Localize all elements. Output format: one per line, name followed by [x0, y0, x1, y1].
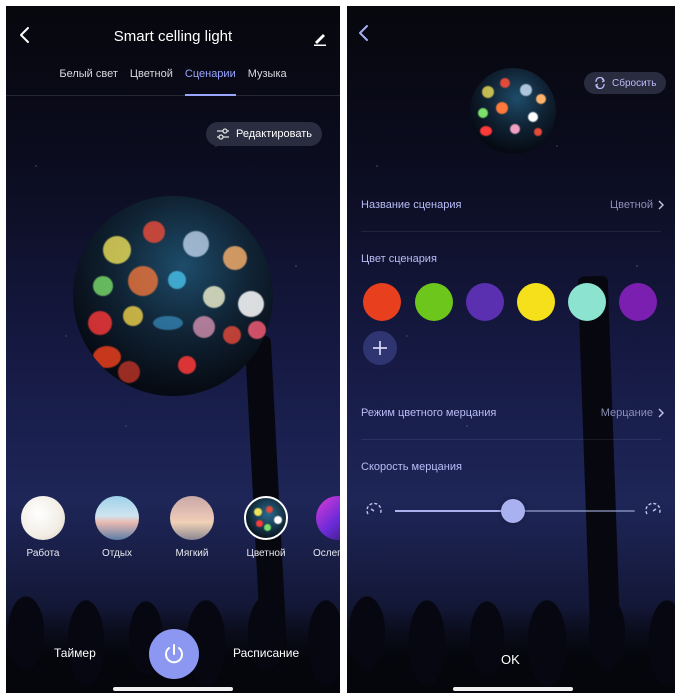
tab-white-light[interactable]: Белый свет [59, 66, 118, 96]
schedule-button[interactable]: Расписание [233, 646, 299, 660]
scene-name-label: Название сценария [361, 199, 462, 211]
left-screen: Smart celling light Белый свет Цветной С… [6, 6, 340, 693]
divider [361, 231, 661, 232]
tab-color[interactable]: Цветной [130, 66, 173, 96]
scene-label: Отдых [101, 548, 133, 559]
mode-tabs: Белый свет Цветной Сценарии Музыка [6, 66, 340, 96]
power-icon [165, 644, 183, 664]
fast-speed-icon [645, 502, 661, 515]
timer-button[interactable]: Таймер [54, 646, 96, 660]
flicker-speed-slider-handle[interactable] [500, 499, 525, 523]
scene-thumb [95, 496, 139, 540]
chevron-right-icon [658, 408, 664, 418]
scene-thumb [316, 496, 340, 540]
color-swatch-2[interactable] [415, 283, 453, 321]
back-icon[interactable] [357, 24, 371, 42]
scene-name-row[interactable]: Цветной [610, 199, 665, 211]
home-indicator [453, 687, 573, 691]
flicker-mode-label: Режим цветного мерцания [361, 407, 497, 419]
scene-item-soft[interactable]: Мягкий [167, 496, 217, 559]
divider [361, 439, 661, 440]
scene-item-rest[interactable]: Отдых [92, 496, 142, 559]
scene-name-value: Цветной [610, 199, 653, 211]
flicker-speed-label: Скорость мерцания [361, 461, 462, 473]
scene-item-dazzle[interactable]: Ослепи [313, 496, 340, 559]
scene-item-work[interactable]: Работа [18, 496, 68, 559]
tree-silhouettes [347, 523, 675, 693]
edit-scenes-label: Редактировать [236, 128, 312, 140]
chevron-right-icon [658, 200, 664, 210]
sliders-icon [217, 128, 229, 140]
scene-color-label: Цвет сценария [361, 253, 437, 265]
edit-scenes-button[interactable]: Редактировать [206, 122, 322, 146]
refresh-icon [594, 77, 606, 89]
slow-speed-icon [366, 502, 382, 515]
plus-icon [373, 341, 387, 355]
color-swatch-5[interactable] [568, 283, 606, 321]
scene-preview-image [73, 196, 273, 396]
flicker-speed-fill [395, 510, 513, 512]
tab-music[interactable]: Музыка [248, 66, 287, 96]
add-color-button[interactable] [363, 331, 397, 365]
scene-label: Мягкий [175, 548, 209, 559]
flicker-mode-row[interactable]: Мерцание [601, 407, 665, 419]
color-swatch-3[interactable] [466, 283, 504, 321]
scene-thumbnail-image [470, 68, 556, 154]
edit-pencil-icon[interactable] [312, 30, 328, 46]
color-swatch-1[interactable] [363, 283, 401, 321]
scene-thumb [170, 496, 214, 540]
reset-label: Сбросить [612, 77, 657, 89]
scene-label: Цветной [246, 548, 286, 559]
color-swatch-4[interactable] [517, 283, 555, 321]
scene-label: Ослепи [313, 548, 340, 559]
power-button[interactable] [149, 629, 199, 679]
scene-thumb [244, 496, 288, 540]
device-title: Smart celling light [113, 28, 233, 45]
scene-item-color[interactable]: Цветной [241, 496, 291, 559]
flicker-mode-value: Мерцание [600, 407, 653, 419]
scene-thumb [21, 496, 65, 540]
reset-button[interactable]: Сбросить [584, 72, 667, 94]
ok-button[interactable]: OK [501, 652, 520, 667]
tab-scenes[interactable]: Сценарии [184, 66, 236, 96]
right-screen: Сбросить Название сценария Цветной Цвет … [347, 6, 675, 693]
color-swatch-6[interactable] [619, 283, 657, 321]
scene-label: Работа [26, 548, 60, 559]
home-indicator [113, 687, 233, 691]
